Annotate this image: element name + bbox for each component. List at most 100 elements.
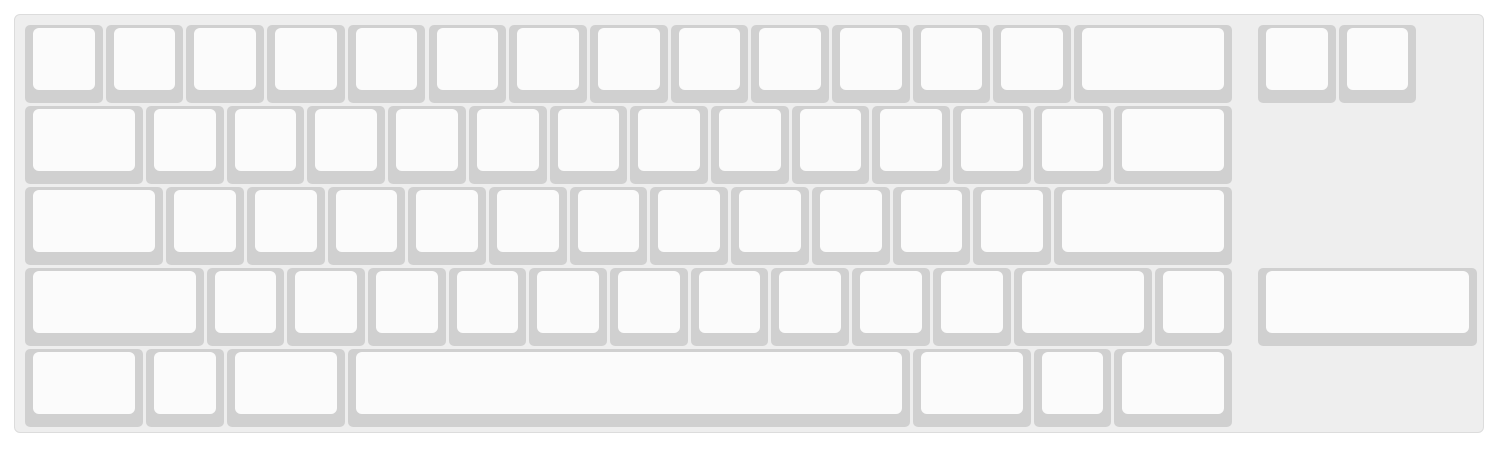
main-key-r1-k11[interactable] <box>832 25 910 103</box>
main-key-r4-k6[interactable] <box>529 268 608 346</box>
main-key-r4-k4[interactable] <box>367 268 446 346</box>
main-key-r5-k5[interactable] <box>912 349 1031 427</box>
key-cap <box>1162 271 1225 333</box>
key-cap <box>618 271 680 333</box>
key-cap <box>1082 28 1225 90</box>
key-cap <box>981 190 1043 252</box>
key-cap <box>315 109 378 171</box>
main-key-r4-k5[interactable] <box>448 268 527 346</box>
key-cap <box>33 271 196 333</box>
main-key-r3-k10[interactable] <box>811 187 890 265</box>
main-key-r2-k14[interactable] <box>1114 106 1233 184</box>
main-key-r4-k9[interactable] <box>771 268 850 346</box>
main-key-r4-k11[interactable] <box>932 268 1011 346</box>
main-key-r2-k7[interactable] <box>549 106 628 184</box>
key-cap <box>718 109 781 171</box>
main-key-r3-k6[interactable] <box>489 187 567 265</box>
main-key-r2-k9[interactable] <box>710 106 789 184</box>
main-key-r5-k7[interactable] <box>1114 349 1233 427</box>
side-key-r1-k2[interactable] <box>1338 25 1417 103</box>
main-key-r5-k2[interactable] <box>146 349 224 427</box>
key-cap <box>396 109 458 171</box>
main-key-r2-k6[interactable] <box>468 106 547 184</box>
key-cap <box>214 271 277 333</box>
main-key-r4-k12[interactable] <box>1013 268 1152 346</box>
main-key-r1-k1[interactable] <box>25 25 103 103</box>
main-key-r1-k5[interactable] <box>347 25 426 103</box>
key-cap <box>779 271 842 333</box>
key-cap <box>920 28 983 90</box>
main-key-r3-k13[interactable] <box>1053 187 1233 265</box>
main-key-r5-k6[interactable] <box>1033 349 1112 427</box>
key-cap <box>33 352 136 414</box>
main-key-r5-k4[interactable] <box>347 349 910 427</box>
main-key-r3-k1[interactable] <box>25 187 164 265</box>
main-key-r2-k2[interactable] <box>146 106 224 184</box>
key-cap <box>900 190 963 252</box>
main-key-r4-k3[interactable] <box>287 268 365 346</box>
main-key-r3-k7[interactable] <box>569 187 648 265</box>
main-key-r1-k2[interactable] <box>105 25 184 103</box>
main-key-r1-k13[interactable] <box>993 25 1072 103</box>
key-cap <box>799 109 862 171</box>
key-cap <box>355 28 418 90</box>
key-cap <box>658 190 721 252</box>
main-key-r3-k4[interactable] <box>327 187 406 265</box>
main-key-r1-k12[interactable] <box>912 25 991 103</box>
main-key-r1-k6[interactable] <box>428 25 507 103</box>
key-cap <box>577 190 640 252</box>
main-key-r1-k3[interactable] <box>186 25 265 103</box>
main-key-r5-k1[interactable] <box>25 349 144 427</box>
keyboard-frame <box>14 14 1484 433</box>
main-key-r3-k11[interactable] <box>892 187 971 265</box>
key-cap <box>860 271 922 333</box>
main-key-r4-k1[interactable] <box>25 268 204 346</box>
key-cap <box>33 190 156 252</box>
key-cap <box>537 271 600 333</box>
key-cap <box>1266 28 1328 90</box>
main-key-r5-k3[interactable] <box>226 349 345 427</box>
side-key-r1-k1[interactable] <box>1258 25 1336 103</box>
main-key-r4-k2[interactable] <box>206 268 285 346</box>
main-key-r4-k13[interactable] <box>1154 268 1233 346</box>
key-cap <box>638 109 700 171</box>
main-key-r2-k4[interactable] <box>307 106 386 184</box>
main-key-r2-k8[interactable] <box>630 106 708 184</box>
main-key-r2-k5[interactable] <box>388 106 466 184</box>
key-cap <box>497 190 559 252</box>
main-key-r2-k10[interactable] <box>791 106 870 184</box>
main-key-r3-k2[interactable] <box>166 187 244 265</box>
main-key-r1-k14[interactable] <box>1074 25 1233 103</box>
key-cap <box>1041 109 1104 171</box>
main-key-r2-k1[interactable] <box>25 106 144 184</box>
key-cap <box>961 109 1023 171</box>
main-key-r1-k10[interactable] <box>751 25 829 103</box>
main-key-r2-k3[interactable] <box>226 106 305 184</box>
main-key-r4-k8[interactable] <box>690 268 769 346</box>
key-cap <box>880 109 943 171</box>
key-cap <box>33 109 136 171</box>
key-cap <box>840 28 902 90</box>
main-key-r4-k7[interactable] <box>610 268 688 346</box>
main-key-r1-k7[interactable] <box>509 25 587 103</box>
key-cap <box>819 190 882 252</box>
main-key-r1-k9[interactable] <box>670 25 749 103</box>
main-key-r2-k12[interactable] <box>953 106 1031 184</box>
key-cap <box>234 352 337 414</box>
main-key-r3-k3[interactable] <box>246 187 325 265</box>
main-key-r3-k9[interactable] <box>731 187 809 265</box>
main-key-r3-k12[interactable] <box>973 187 1051 265</box>
main-key-r2-k13[interactable] <box>1033 106 1112 184</box>
main-key-r3-k5[interactable] <box>408 187 486 265</box>
main-key-r3-k8[interactable] <box>650 187 729 265</box>
side-key-r4-k1[interactable] <box>1258 268 1477 346</box>
key-cap <box>1021 271 1144 333</box>
main-key-r2-k11[interactable] <box>872 106 951 184</box>
main-key-r4-k10[interactable] <box>852 268 930 346</box>
main-key-r1-k8[interactable] <box>589 25 668 103</box>
key-cap <box>920 352 1023 414</box>
key-cap <box>557 109 620 171</box>
key-cap <box>355 352 902 414</box>
key-cap <box>698 271 761 333</box>
main-key-r1-k4[interactable] <box>267 25 345 103</box>
